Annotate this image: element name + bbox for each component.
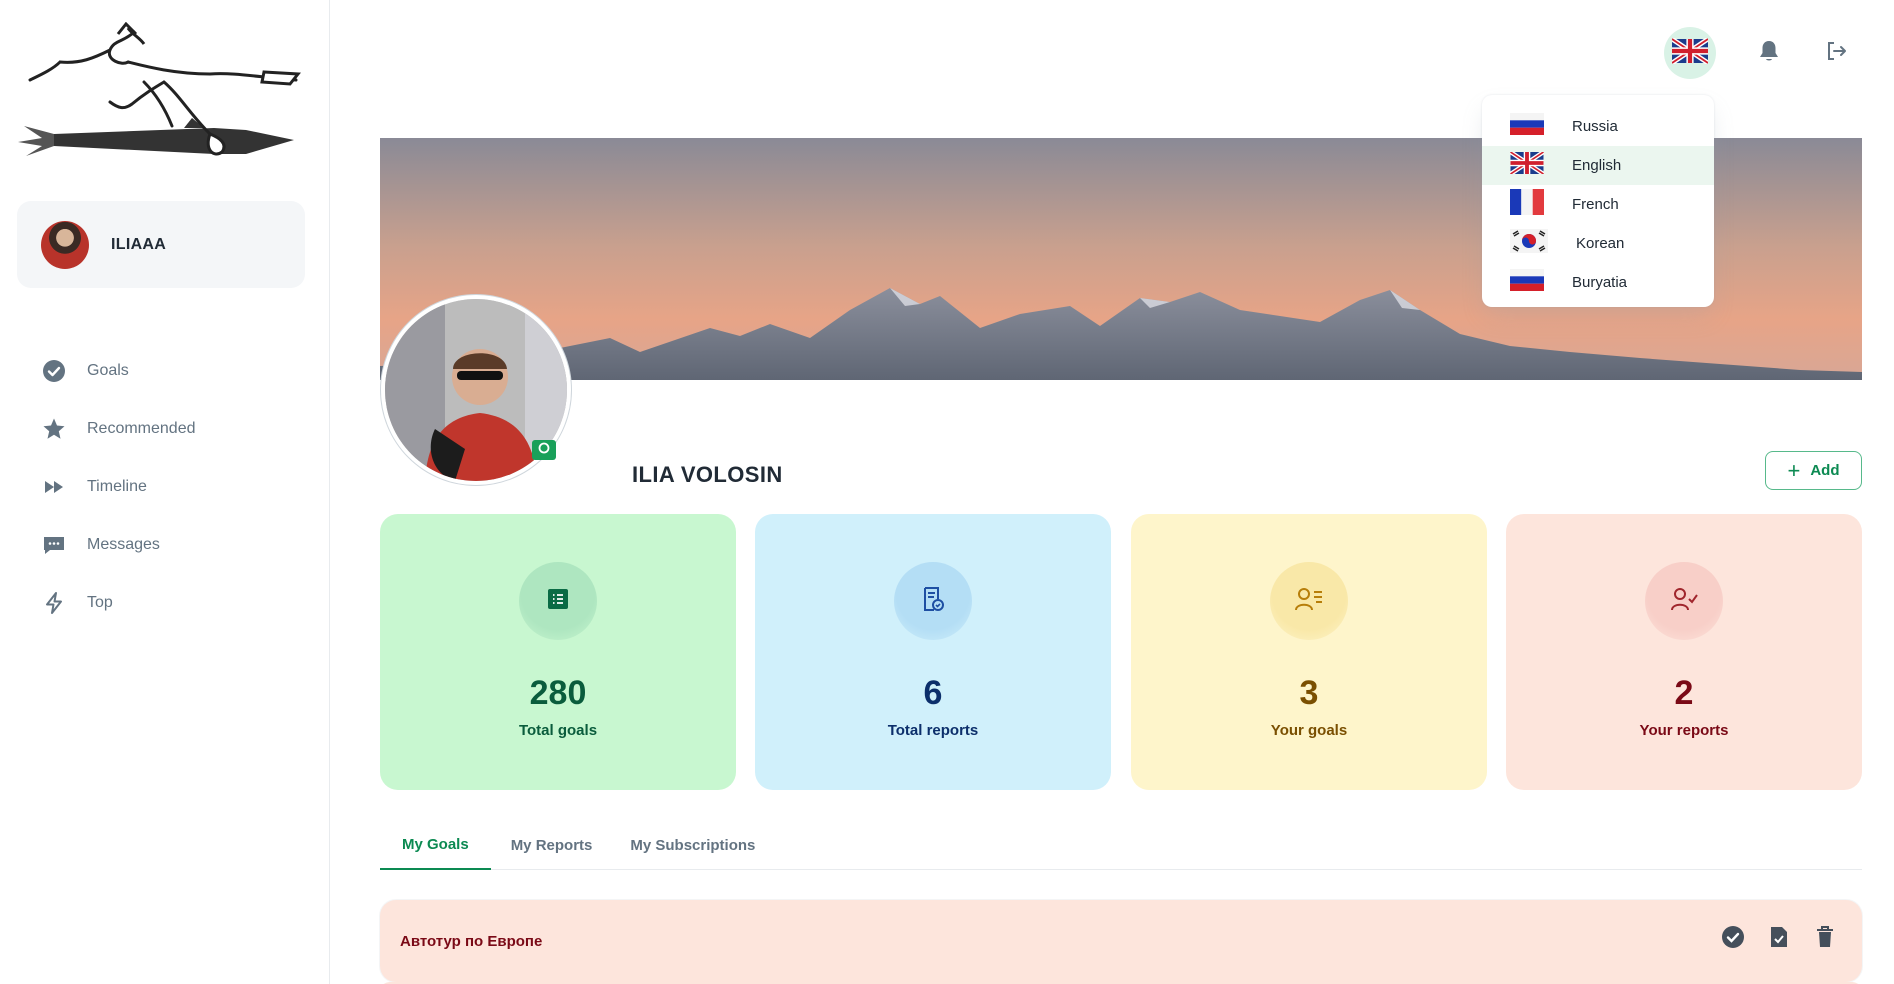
uk-flag-icon xyxy=(1509,150,1545,179)
user-card[interactable]: ILIAAA xyxy=(17,201,305,288)
sidebar-item-label: Goals xyxy=(87,362,129,379)
check-circle-icon xyxy=(40,357,68,385)
language-option-russia[interactable]: Russia xyxy=(1482,107,1714,146)
goal-title: Автотур по Европе xyxy=(400,933,543,950)
add-report-button[interactable] xyxy=(1766,926,1792,952)
language-label: Russia xyxy=(1572,118,1618,135)
sidebar-item-recommended[interactable]: Recommended xyxy=(40,400,196,458)
stat-label: Your reports xyxy=(1639,722,1729,739)
language-menu: Russia English French Korean Buryatia xyxy=(1482,95,1714,307)
tab-my-reports[interactable]: My Reports xyxy=(491,820,613,870)
language-label: French xyxy=(1572,196,1619,213)
language-button[interactable] xyxy=(1664,27,1716,79)
sidebar-item-label: Recommended xyxy=(87,420,196,437)
stat-card-total-goals: 280 Total goals xyxy=(380,514,736,790)
user-list-icon xyxy=(1295,586,1323,617)
goal-actions xyxy=(1720,925,1838,954)
stat-card-total-reports: 6 Total reports xyxy=(755,514,1111,790)
stat-value: 2 xyxy=(1674,674,1694,712)
app-logo[interactable] xyxy=(14,21,306,172)
stat-value: 280 xyxy=(529,674,587,712)
sidebar-item-messages[interactable]: Messages xyxy=(40,516,196,574)
lightning-icon xyxy=(40,589,68,617)
russia-flag-icon xyxy=(1510,113,1544,140)
uk-flag-icon xyxy=(1670,36,1710,69)
stat-card-your-reports: 2 Your reports xyxy=(1506,514,1862,790)
france-flag-icon xyxy=(1510,189,1544,220)
korea-flag-icon xyxy=(1510,229,1548,258)
stat-icon-bg xyxy=(1270,562,1348,640)
bell-icon xyxy=(1758,39,1780,68)
sidebar-item-timeline[interactable]: Timeline xyxy=(40,458,196,516)
stat-icon-bg xyxy=(1645,562,1723,640)
sidebar-item-top[interactable]: Top xyxy=(40,574,196,632)
stat-value: 6 xyxy=(923,674,943,712)
language-label: Korean xyxy=(1576,235,1625,252)
add-button-label: Add xyxy=(1810,462,1840,479)
logout-button[interactable] xyxy=(1820,36,1854,70)
stat-value: 3 xyxy=(1299,674,1319,712)
chat-icon xyxy=(40,531,68,559)
delete-goal-button[interactable] xyxy=(1812,925,1838,954)
tab-my-subscriptions[interactable]: My Subscriptions xyxy=(612,820,773,870)
sidebar-item-label: Timeline xyxy=(87,478,147,495)
add-button[interactable]: + Add xyxy=(1765,451,1862,490)
check-circle-icon xyxy=(1721,925,1745,954)
report-icon xyxy=(921,586,945,617)
trash-icon xyxy=(1815,925,1835,954)
notifications-button[interactable] xyxy=(1752,36,1786,70)
report-add-icon xyxy=(1768,925,1790,954)
language-option-french[interactable]: French xyxy=(1482,185,1714,224)
sidebar-item-label: Top xyxy=(87,594,113,611)
language-option-korean[interactable]: Korean xyxy=(1482,224,1714,263)
camera-icon xyxy=(537,441,551,460)
stat-card-your-goals: 3 Your goals xyxy=(1131,514,1487,790)
profile-name: ILIA VOLOSIN xyxy=(632,462,783,487)
list-icon xyxy=(546,587,570,616)
goal-card[interactable]: Автотур по Европе xyxy=(380,900,1862,982)
change-photo-button[interactable] xyxy=(532,440,556,460)
user-name: ILIAAA xyxy=(111,235,167,253)
user-check-icon xyxy=(1670,586,1698,617)
avatar xyxy=(41,220,89,269)
sidebar-item-goals[interactable]: Goals xyxy=(40,342,196,400)
stat-icon-bg xyxy=(519,562,597,640)
stat-label: Total reports xyxy=(887,722,979,739)
language-option-english[interactable]: English xyxy=(1482,146,1714,185)
stat-label: Your goals xyxy=(1270,722,1348,739)
language-label: Buryatia xyxy=(1572,274,1628,291)
stat-icon-bg xyxy=(894,562,972,640)
stat-label: Total goals xyxy=(518,722,598,739)
sidebar-nav: Goals Recommended Timeline Messages Top xyxy=(40,342,196,632)
logout-icon xyxy=(1826,40,1848,67)
profile-tabs: My Goals My Reports My Subscriptions xyxy=(380,820,1862,870)
complete-goal-button[interactable] xyxy=(1720,925,1746,954)
russia-flag-icon xyxy=(1510,269,1544,296)
plus-icon: + xyxy=(1787,457,1801,483)
sidebar: ILIAAA Goals Recommended Timeline Messag… xyxy=(0,0,330,984)
fast-forward-icon xyxy=(40,473,68,501)
sidebar-item-label: Messages xyxy=(87,536,160,553)
star-icon xyxy=(40,415,68,443)
language-label: English xyxy=(1572,157,1622,174)
tab-my-goals[interactable]: My Goals xyxy=(380,820,491,870)
language-option-buryatia[interactable]: Buryatia xyxy=(1482,263,1714,302)
